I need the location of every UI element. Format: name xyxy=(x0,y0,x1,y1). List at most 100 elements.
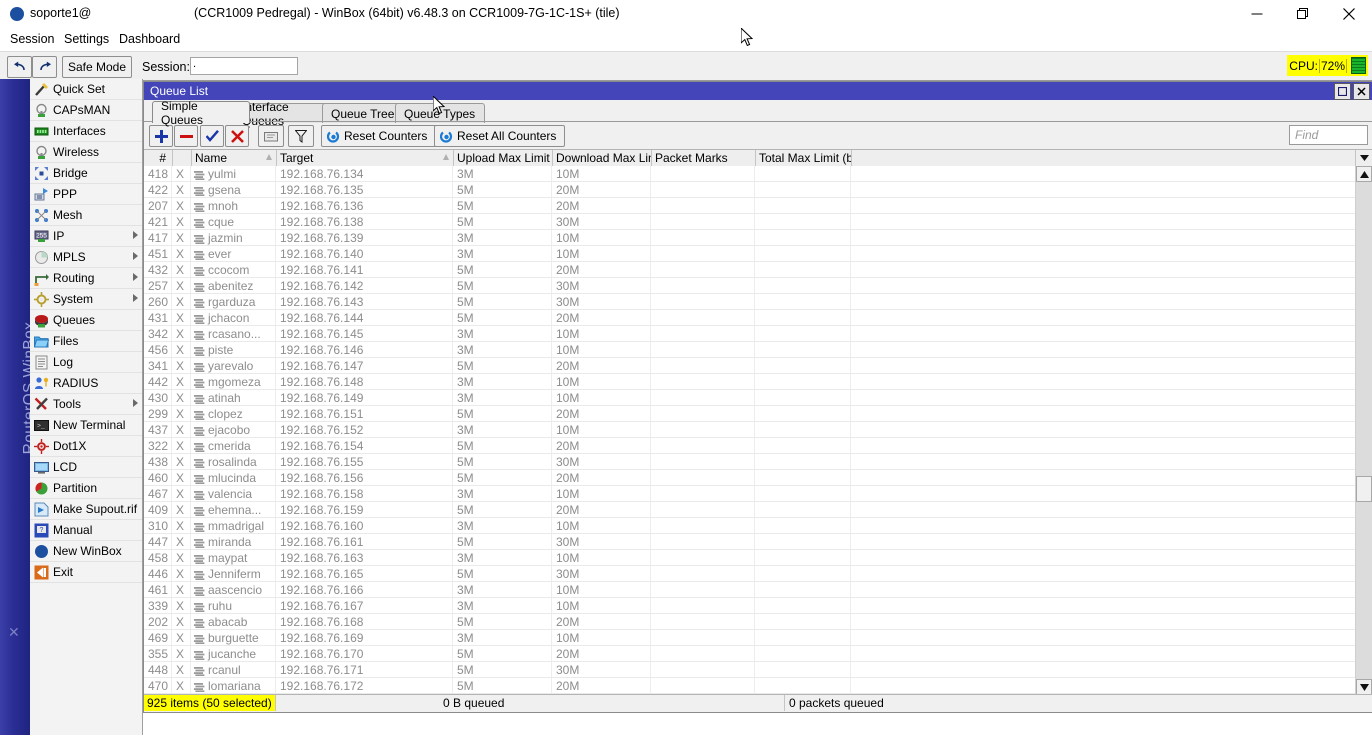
undo-button[interactable] xyxy=(7,56,32,78)
table-row[interactable]: 431Xjchacon192.168.76.1445M20M xyxy=(144,310,1356,326)
table-row[interactable]: 446XJenniferm192.168.76.1655M30M xyxy=(144,566,1356,582)
sidebar-item-ppp[interactable]: PPP xyxy=(30,184,142,205)
scroll-up-button[interactable] xyxy=(1356,166,1372,182)
sidebar-item-log[interactable]: Log xyxy=(30,352,142,373)
tab-simple-queues[interactable]: Simple Queues xyxy=(152,101,250,123)
table-row[interactable]: 470Xlomariana192.168.76.1725M20M xyxy=(144,678,1356,694)
table-row[interactable]: 421Xcque192.168.76.1385M30M xyxy=(144,214,1356,230)
column-header-total[interactable]: Total Max Limit (bi... xyxy=(756,150,852,166)
restore-button[interactable] xyxy=(1280,0,1326,28)
sidebar-item-quick-set[interactable]: Quick Set xyxy=(30,79,142,100)
safe-mode-button[interactable]: Safe Mode xyxy=(62,56,132,78)
table-row[interactable]: 341Xyarevalo192.168.76.1475M20M xyxy=(144,358,1356,374)
sidebar-item-capsman[interactable]: CAPsMAN xyxy=(30,100,142,121)
table-row[interactable]: 456Xpiste192.168.76.1463M10M xyxy=(144,342,1356,358)
reset-all-counters-button[interactable]: Reset All Counters xyxy=(434,125,565,147)
column-header-download[interactable]: Download Max Limit xyxy=(553,150,652,166)
sidebar-item-partition[interactable]: Partition xyxy=(30,478,142,499)
column-header-name[interactable]: Name xyxy=(192,150,277,166)
table-row[interactable]: 257Xabenitez192.168.76.1425M30M xyxy=(144,278,1356,294)
minimize-button[interactable] xyxy=(1234,0,1280,28)
column-header-flag[interactable] xyxy=(173,150,192,166)
cell-number: 207 xyxy=(144,198,172,213)
scroll-down-button[interactable] xyxy=(1356,679,1372,695)
table-row[interactable]: 430Xatinah192.168.76.1493M10M xyxy=(144,390,1356,406)
sidebar-item-lcd[interactable]: LCD xyxy=(30,457,142,478)
add-button[interactable] xyxy=(149,125,173,147)
sidebar-item-mesh[interactable]: Mesh xyxy=(30,205,142,226)
menu-session[interactable]: Session xyxy=(4,31,60,47)
table-row[interactable]: 417Xjazmin192.168.76.1393M10M xyxy=(144,230,1356,246)
sidebar-item-dot1x[interactable]: Dot1X xyxy=(30,436,142,457)
table-row[interactable]: 448Xrcanul192.168.76.1715M30M xyxy=(144,662,1356,678)
sidebar-item-routing[interactable]: Routing xyxy=(30,268,142,289)
column-header-target[interactable]: Target xyxy=(277,150,454,166)
session-input[interactable]: . xyxy=(190,57,298,75)
table-row[interactable]: 202Xabacab192.168.76.1685M20M xyxy=(144,614,1356,630)
tab-queue-types[interactable]: Queue Types xyxy=(395,103,485,123)
table-row[interactable]: 418Xyulmi192.168.76.1343M10M xyxy=(144,166,1356,182)
column-header-packet-marks[interactable]: Packet Marks xyxy=(652,150,756,166)
queue-icon xyxy=(194,297,205,306)
disable-button[interactable] xyxy=(225,125,249,147)
table-row[interactable]: 451Xever192.168.76.1403M10M xyxy=(144,246,1356,262)
chevron-down-icon[interactable] xyxy=(1355,150,1372,166)
table-row[interactable]: 467Xvalencia192.168.76.1583M10M xyxy=(144,486,1356,502)
remove-button[interactable] xyxy=(174,125,198,147)
table-row[interactable]: 432Xccocom192.168.76.1415M20M xyxy=(144,262,1356,278)
sidebar-item-make-supout-rif[interactable]: Make Supout.rif xyxy=(30,499,142,520)
cell-upload-max-limit: 3M xyxy=(454,582,552,597)
table-row[interactable]: 260Xrgarduza192.168.76.1435M30M xyxy=(144,294,1356,310)
table-row[interactable]: 438Xrosalinda192.168.76.1555M30M xyxy=(144,454,1356,470)
queue-close-button[interactable] xyxy=(1353,83,1370,100)
sidebar-item-new-winbox[interactable]: New WinBox xyxy=(30,541,142,562)
rail-close-icon[interactable]: ✕ xyxy=(8,624,20,641)
sidebar-item-bridge[interactable]: Bridge xyxy=(30,163,142,184)
menu-dashboard[interactable]: Dashboard xyxy=(113,31,186,47)
table-row[interactable]: 299Xclopez192.168.76.1515M20M xyxy=(144,406,1356,422)
table-row[interactable]: 207Xmnoh192.168.76.1365M20M xyxy=(144,198,1356,214)
table-row[interactable]: 469Xburguette192.168.76.1693M10M xyxy=(144,630,1356,646)
table-row[interactable]: 447Xmiranda192.168.76.1615M30M xyxy=(144,534,1356,550)
table-row[interactable]: 442Xmgomeza192.168.76.1483M10M xyxy=(144,374,1356,390)
sidebar-item-interfaces[interactable]: Interfaces xyxy=(30,121,142,142)
sidebar-item-exit[interactable]: Exit xyxy=(30,562,142,583)
sidebar-item-queues[interactable]: Queues xyxy=(30,310,142,331)
sidebar-item-mpls[interactable]: MPLS xyxy=(30,247,142,268)
menu-settings[interactable]: Settings xyxy=(58,31,115,47)
column-header-filler xyxy=(852,150,1356,166)
sidebar-item-ip[interactable]: 255IP xyxy=(30,226,142,247)
scrollbar-track[interactable] xyxy=(1356,182,1372,679)
column-header-num[interactable]: # xyxy=(144,150,173,166)
table-row[interactable]: 409Xehemna...192.168.76.1595M20M xyxy=(144,502,1356,518)
table-row[interactable]: 310Xmmadrigal192.168.76.1603M10M xyxy=(144,518,1356,534)
table-row[interactable]: 460Xmlucinda192.168.76.1565M20M xyxy=(144,470,1356,486)
table-row[interactable]: 339Xruhu192.168.76.1673M10M xyxy=(144,598,1356,614)
queue-restore-button[interactable] xyxy=(1334,83,1351,100)
sidebar-item-radius[interactable]: RADIUS xyxy=(30,373,142,394)
table-row[interactable]: 355Xjucanche192.168.76.1705M20M xyxy=(144,646,1356,662)
close-button[interactable] xyxy=(1326,0,1372,28)
sidebar-item-new-terminal[interactable]: >_New Terminal xyxy=(30,415,142,436)
cell-upload-max-limit: 5M xyxy=(454,262,552,277)
table-row[interactable]: 422Xgsena192.168.76.1355M20M xyxy=(144,182,1356,198)
sidebar-item-files[interactable]: Files xyxy=(30,331,142,352)
find-input[interactable]: Find xyxy=(1289,125,1368,145)
table-row[interactable]: 342Xrcasano...192.168.76.1453M10M xyxy=(144,326,1356,342)
comment-button[interactable] xyxy=(258,125,284,147)
scrollbar-thumb[interactable] xyxy=(1356,476,1372,502)
sidebar-item-tools[interactable]: Tools xyxy=(30,394,142,415)
enable-button[interactable] xyxy=(200,125,224,147)
column-header-upload[interactable]: Upload Max Limit xyxy=(454,150,553,166)
table-row[interactable]: 437Xejacobo192.168.76.1523M10M xyxy=(144,422,1356,438)
redo-button[interactable] xyxy=(32,56,57,78)
sidebar-item-manual[interactable]: ?Manual xyxy=(30,520,142,541)
table-row[interactable]: 461Xaascencio192.168.76.1663M10M xyxy=(144,582,1356,598)
sidebar-item-system[interactable]: System xyxy=(30,289,142,310)
sidebar-item-wireless[interactable]: Wireless xyxy=(30,142,142,163)
table-row[interactable]: 458Xmaypat192.168.76.1633M10M xyxy=(144,550,1356,566)
table-row[interactable]: 322Xcmerida192.168.76.1545M20M xyxy=(144,438,1356,454)
vertical-scrollbar[interactable] xyxy=(1355,166,1372,695)
reset-counters-button[interactable]: Reset Counters xyxy=(321,125,438,147)
filter-button[interactable] xyxy=(288,125,314,147)
